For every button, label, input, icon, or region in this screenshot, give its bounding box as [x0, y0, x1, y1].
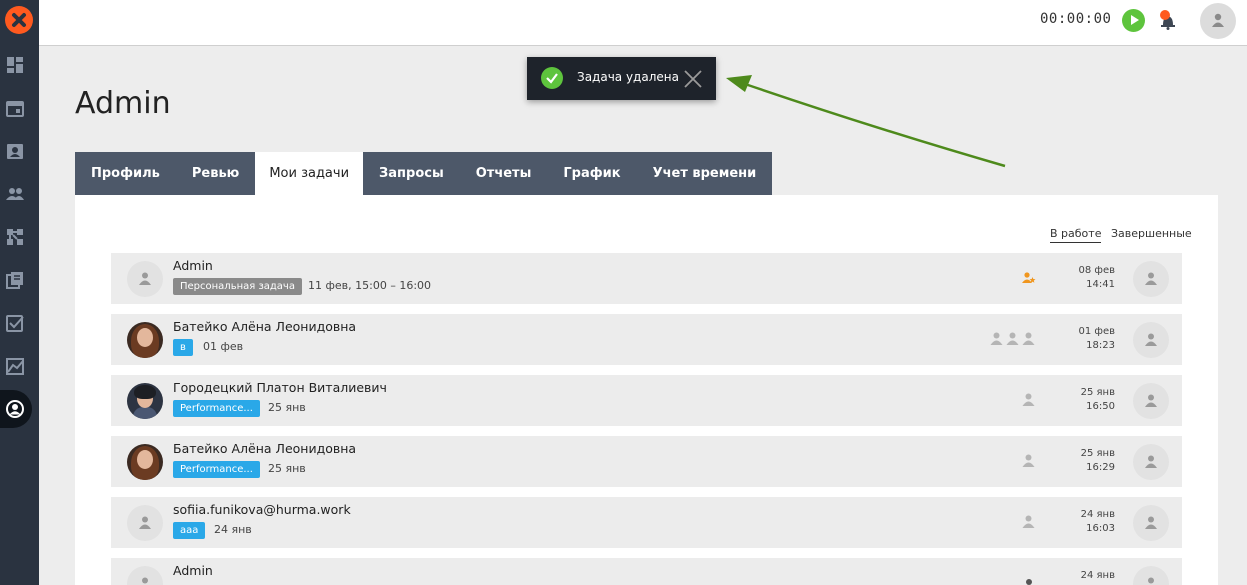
participants-icon: [990, 332, 1035, 346]
time-tracker-timer: 00:00:00: [1040, 11, 1112, 27]
task-date: 01 фев: [203, 340, 244, 353]
filter-in-progress[interactable]: В работе: [1050, 227, 1102, 243]
task-type-badge: в: [173, 339, 193, 356]
tab-requests[interactable]: Запросы: [363, 152, 460, 195]
start-timer-button[interactable]: [1122, 9, 1145, 32]
task-author: sofiia.funikova@hurma.work: [173, 502, 351, 517]
author-avatar: [127, 261, 163, 297]
task-author: Батейко Алёна Леонидовна: [173, 319, 357, 334]
task-timestamp: 08 фев 14:41: [1079, 264, 1116, 292]
calendar-icon[interactable]: [5, 98, 25, 118]
timestamp-time: 18:23: [1086, 340, 1115, 351]
author-avatar: [127, 566, 163, 585]
assignee-avatar[interactable]: [1133, 383, 1169, 419]
author-avatar: [127, 322, 163, 358]
task-author: Admin: [173, 258, 213, 273]
library-icon[interactable]: [5, 270, 25, 290]
assignee-avatar[interactable]: [1133, 566, 1169, 585]
timestamp-date: 25 янв: [1080, 387, 1115, 398]
toast-message: Задача удалена: [577, 70, 679, 84]
profile-tabs: Профиль Ревью Мои задачи Запросы Отчеты …: [75, 152, 773, 195]
tab-review[interactable]: Ревью: [175, 152, 256, 195]
timestamp-time: 14:41: [1086, 279, 1115, 290]
task-row[interactable]: Admin Персональная задача 11 фев, 15:00 …: [111, 253, 1182, 304]
task-timestamp: 24 янв 16:03: [1081, 508, 1115, 536]
timestamp-date: 25 янв: [1080, 448, 1115, 459]
timestamp-date: 24 янв: [1080, 570, 1115, 581]
tab-reports[interactable]: Отчеты: [459, 152, 548, 195]
timestamp-time: 16:03: [1086, 523, 1115, 534]
assignee-avatar[interactable]: [1133, 505, 1169, 541]
task-author: Батейко Алёна Леонидовна: [173, 441, 357, 456]
task-row[interactable]: Батейко Алёна Леонидовна в 01 фев 01 фев…: [111, 314, 1182, 365]
dashboard-icon[interactable]: [5, 55, 25, 75]
task-date: 25 янв: [268, 401, 306, 414]
task-type-badge: Performance...: [173, 400, 260, 417]
task-timestamp: 01 фев 18:23: [1079, 325, 1116, 353]
profile-icon[interactable]: [5, 399, 25, 419]
timestamp-time: 16:50: [1086, 401, 1115, 412]
team-icon[interactable]: [5, 184, 25, 204]
task-type-badge: aaa: [173, 522, 206, 539]
timestamp-date: 01 фев: [1078, 326, 1116, 337]
user-avatar[interactable]: [1200, 3, 1236, 39]
tab-time-tracking[interactable]: Учет времени: [636, 152, 773, 195]
participant-icon: [1025, 578, 1033, 585]
author-avatar: [127, 444, 163, 480]
author-avatar: [127, 505, 163, 541]
notifications-icon[interactable]: [1157, 9, 1179, 31]
task-type-badge: Персональная задача: [173, 278, 302, 295]
page-title: Admin: [75, 86, 171, 121]
task-date: 11 фев, 15:00 – 16:00: [308, 279, 432, 292]
timestamp-date: 24 янв: [1080, 509, 1115, 520]
checklist-icon[interactable]: [5, 313, 25, 333]
tab-profile[interactable]: Профиль: [75, 152, 176, 195]
task-date: 24 янв: [214, 523, 252, 536]
tab-my-tasks[interactable]: Мои задачи: [255, 152, 364, 195]
toast-notification: Задача удалена: [527, 57, 716, 100]
assignee-avatar[interactable]: [1133, 444, 1169, 480]
assignee-avatar[interactable]: [1133, 322, 1169, 358]
timestamp-time: 16:29: [1086, 462, 1115, 473]
success-check-icon: [541, 67, 563, 89]
contact-card-icon[interactable]: [5, 141, 25, 161]
task-type-badge: Performance...: [173, 461, 260, 478]
task-timestamp: 25 янв 16:29: [1081, 447, 1115, 475]
assignee-avatar[interactable]: [1133, 261, 1169, 297]
tab-schedule[interactable]: График: [547, 152, 637, 195]
participant-icon: [1022, 393, 1035, 407]
filter-completed[interactable]: Завершенные: [1111, 227, 1192, 240]
timestamp-date: 08 фев: [1078, 265, 1116, 276]
task-author: Городецкий Платон Виталиевич: [173, 380, 387, 395]
participant-icon: [1022, 515, 1035, 529]
personal-task-icon: [1022, 271, 1036, 285]
sidebar: [0, 0, 39, 585]
task-date: 25 янв: [268, 462, 306, 475]
logo[interactable]: [5, 6, 33, 34]
task-row[interactable]: Батейко Алёна Леонидовна Performance... …: [111, 436, 1182, 487]
task-row[interactable]: Городецкий Платон Виталиевич Performance…: [111, 375, 1182, 426]
task-row[interactable]: Admin 24 янв: [111, 558, 1182, 585]
task-author: Admin: [173, 563, 213, 578]
task-timestamp: 25 янв 16:50: [1081, 386, 1115, 414]
close-icon[interactable]: [683, 69, 703, 89]
org-structure-icon[interactable]: [5, 227, 25, 247]
participant-icon: [1022, 454, 1035, 468]
task-row[interactable]: sofiia.funikova@hurma.work aaa 24 янв 24…: [111, 497, 1182, 548]
analytics-icon[interactable]: [5, 356, 25, 376]
task-timestamp: 24 янв: [1081, 569, 1115, 583]
author-avatar: [127, 383, 163, 419]
